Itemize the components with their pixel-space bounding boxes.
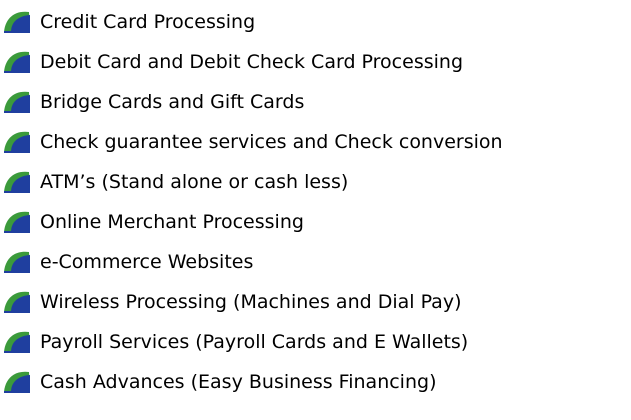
green-blue-bullet-icon: [4, 11, 30, 33]
list-item-label: Check guarantee services and Check conve…: [40, 131, 503, 153]
green-blue-bullet-icon: [4, 171, 30, 193]
list-item: e-Commerce Websites: [0, 240, 631, 280]
green-blue-bullet-icon: [4, 91, 30, 113]
list-item-label: Credit Card Processing: [40, 11, 256, 33]
list-item-label: Cash Advances (Easy Business Financing): [40, 371, 437, 393]
green-blue-bullet-icon: [4, 51, 30, 73]
list-item-label: e-Commerce Websites: [40, 251, 254, 273]
list-item: Debit Card and Debit Check Card Processi…: [0, 40, 631, 80]
list-item: Credit Card Processing: [0, 0, 631, 40]
list-item: Online Merchant Processing: [0, 200, 631, 240]
list-item: Cash Advances (Easy Business Financing): [0, 360, 631, 400]
list-item-label: Wireless Processing (Machines and Dial P…: [40, 291, 462, 313]
list-item-label: ATM’s (Stand alone or cash less): [40, 171, 349, 193]
green-blue-bullet-icon: [4, 291, 30, 313]
services-list: Credit Card Processing Debit Card and De…: [0, 0, 631, 420]
list-item: Bridge Cards and Gift Cards: [0, 80, 631, 120]
green-blue-bullet-icon: [4, 211, 30, 233]
list-item-label: Debit Card and Debit Check Card Processi…: [40, 51, 464, 73]
green-blue-bullet-icon: [4, 251, 30, 273]
list-item: Wireless Processing (Machines and Dial P…: [0, 280, 631, 320]
list-item-label: Bridge Cards and Gift Cards: [40, 91, 305, 113]
green-blue-bullet-icon: [4, 131, 30, 153]
list-item-label: Payroll Services (Payroll Cards and E Wa…: [40, 331, 469, 353]
list-item-label: Online Merchant Processing: [40, 211, 304, 233]
list-item: ATM’s (Stand alone or cash less): [0, 160, 631, 200]
green-blue-bullet-icon: [4, 331, 30, 353]
list-item: Check guarantee services and Check conve…: [0, 120, 631, 160]
list-item: Payroll Services (Payroll Cards and E Wa…: [0, 320, 631, 360]
green-blue-bullet-icon: [4, 371, 30, 393]
